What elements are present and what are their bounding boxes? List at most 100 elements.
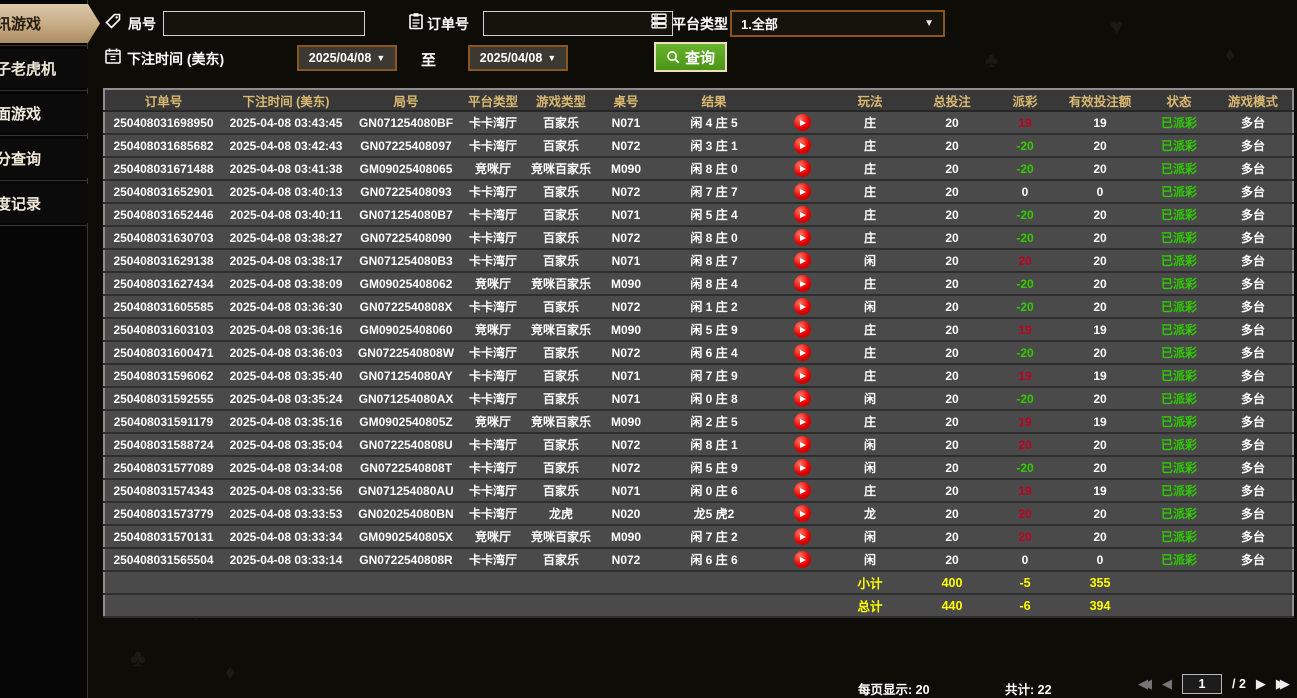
cell-order_id: 250408031588724 [104, 433, 222, 456]
tag-icon [104, 12, 122, 30]
table-row: 2504080316524462025-04-08 03:40:11GN0712… [104, 203, 1293, 226]
prev-page-icon[interactable]: ◀ [1162, 676, 1172, 692]
cell-result: 闲 6 庄 6 [654, 548, 774, 571]
replay-play-icon[interactable] [794, 114, 811, 131]
cell-order_id: 250408031630703 [104, 226, 222, 249]
cell-mode: 多台 [1214, 226, 1293, 249]
cell-status: 已派彩 [1144, 410, 1214, 433]
cell-round_id: GN0722540808R [350, 548, 462, 571]
cell-platform: 卡卡湾厅 [462, 111, 524, 134]
replay-play-icon[interactable] [794, 367, 811, 384]
column-header: 游戏模式 [1214, 89, 1293, 111]
cell-payout: 20 [994, 525, 1056, 548]
platform-type-label: 平台类型 [672, 14, 728, 34]
replay-play-icon[interactable] [794, 413, 811, 430]
replay-play-icon[interactable] [794, 482, 811, 499]
cell-status: 已派彩 [1144, 111, 1214, 134]
search-button[interactable]: 查询 [654, 42, 727, 72]
table-row: 2504080315655042025-04-08 03:33:14GN0722… [104, 548, 1293, 571]
list-icon [650, 12, 668, 30]
replay-play-icon[interactable] [794, 252, 811, 269]
sidebar-item-records[interactable]: 度记录 [0, 184, 88, 223]
cell-total_bet: 20 [910, 433, 994, 456]
replay-play-icon[interactable] [794, 275, 811, 292]
sidebar-item-slots[interactable]: 子老虎机 [0, 49, 88, 88]
cell-mode: 多台 [1214, 318, 1293, 341]
cell-platform: 卡卡湾厅 [462, 134, 524, 157]
cell-valid_bet: 20 [1056, 226, 1144, 249]
cell-bet_time: 2025-04-08 03:33:53 [222, 502, 350, 525]
table-body: 2504080316989502025-04-08 03:43:45GN0712… [104, 111, 1293, 617]
cell-result: 闲 1 庄 2 [654, 295, 774, 318]
cell-payout: 19 [994, 318, 1056, 341]
cell-order_id: 250408031629138 [104, 249, 222, 272]
cell-round_id: GN071254080B3 [350, 249, 462, 272]
column-header: 状态 [1144, 89, 1214, 111]
cell-result: 闲 7 庄 7 [654, 180, 774, 203]
cell-valid_bet: 20 [1056, 203, 1144, 226]
cell-bet_side: 闲 [830, 387, 910, 410]
cell-total_bet: 20 [910, 203, 994, 226]
page-count-label: / 2 [1232, 677, 1246, 691]
total-row: 总计440-6394 [104, 594, 1293, 617]
cell-bet_time: 2025-04-08 03:35:16 [222, 410, 350, 433]
replay-play-icon[interactable] [794, 137, 811, 154]
replay-play-icon[interactable] [794, 321, 811, 338]
cell-game_type: 百家乐 [524, 479, 598, 502]
replay-play-icon[interactable] [794, 206, 811, 223]
cell-total_bet: 20 [910, 134, 994, 157]
cell-payout: -20 [994, 226, 1056, 249]
cell-bet_time: 2025-04-08 03:43:45 [222, 111, 350, 134]
round-number-input[interactable] [163, 11, 365, 36]
column-header: 游戏类型 [524, 89, 598, 111]
replay-play-icon[interactable] [794, 298, 811, 315]
cell-result: 闲 7 庄 2 [654, 525, 774, 548]
date-from-picker[interactable]: 2025/04/08 ▼ [297, 45, 397, 71]
date-to-label: 至 [421, 49, 436, 70]
cell-payout: 0 [994, 548, 1056, 571]
cell-payout: 20 [994, 433, 1056, 456]
replay-play-icon[interactable] [794, 390, 811, 407]
subtotal-total-bet: 400 [910, 571, 994, 594]
replay-play-icon[interactable] [794, 229, 811, 246]
cell-total_bet: 20 [910, 226, 994, 249]
replay-play-icon[interactable] [794, 551, 811, 568]
next-page-icon[interactable]: ▶ [1256, 676, 1266, 692]
cell-bet_side: 龙 [830, 502, 910, 525]
cell-status: 已派彩 [1144, 295, 1214, 318]
card-suit-icon: ♥ [1110, 14, 1123, 40]
platform-type-select[interactable]: 1.全部 ▼ [730, 10, 945, 37]
cell-platform: 卡卡湾厅 [462, 295, 524, 318]
cell-total_bet: 20 [910, 341, 994, 364]
replay-play-icon[interactable] [794, 505, 811, 522]
cell-round_id: GN020254080BN [350, 502, 462, 525]
replay-play-icon[interactable] [794, 183, 811, 200]
replay-play-icon[interactable] [794, 344, 811, 361]
cell-result: 闲 7 庄 9 [654, 364, 774, 387]
cell-table_no: N071 [598, 364, 654, 387]
cell-round_id: GN07225408097 [350, 134, 462, 157]
cell-result: 闲 8 庄 1 [654, 433, 774, 456]
replay-play-icon[interactable] [794, 160, 811, 177]
order-number-input[interactable] [483, 11, 673, 36]
replay-play-icon[interactable] [794, 528, 811, 545]
cell-result: 闲 2 庄 5 [654, 410, 774, 433]
cell-table_no: M090 [598, 272, 654, 295]
column-header: 玩法 [830, 89, 910, 111]
page-number-input[interactable] [1182, 674, 1222, 694]
first-page-icon[interactable]: ◀◀ [1138, 676, 1152, 692]
sidebar-item-live-games[interactable]: 讯游戏 [0, 4, 100, 43]
last-page-icon[interactable]: ▶▶ [1276, 676, 1290, 692]
cell-game_type: 百家乐 [524, 387, 598, 410]
cell-mode: 多台 [1214, 157, 1293, 180]
cell-mode: 多台 [1214, 525, 1293, 548]
replay-play-icon[interactable] [794, 436, 811, 453]
cell-result: 闲 0 庄 6 [654, 479, 774, 502]
sidebar-item-points-query[interactable]: 分查询 [0, 139, 88, 178]
replay-play-icon[interactable] [794, 459, 811, 476]
table-row: 2504080315743432025-04-08 03:33:56GN0712… [104, 479, 1293, 502]
sidebar-item-games[interactable]: 面游戏 [0, 94, 88, 133]
date-to-picker[interactable]: 2025/04/08 ▼ [468, 45, 568, 71]
table-row: 2504080316856822025-04-08 03:42:43GN0722… [104, 134, 1293, 157]
cell-bet_time: 2025-04-08 03:38:17 [222, 249, 350, 272]
